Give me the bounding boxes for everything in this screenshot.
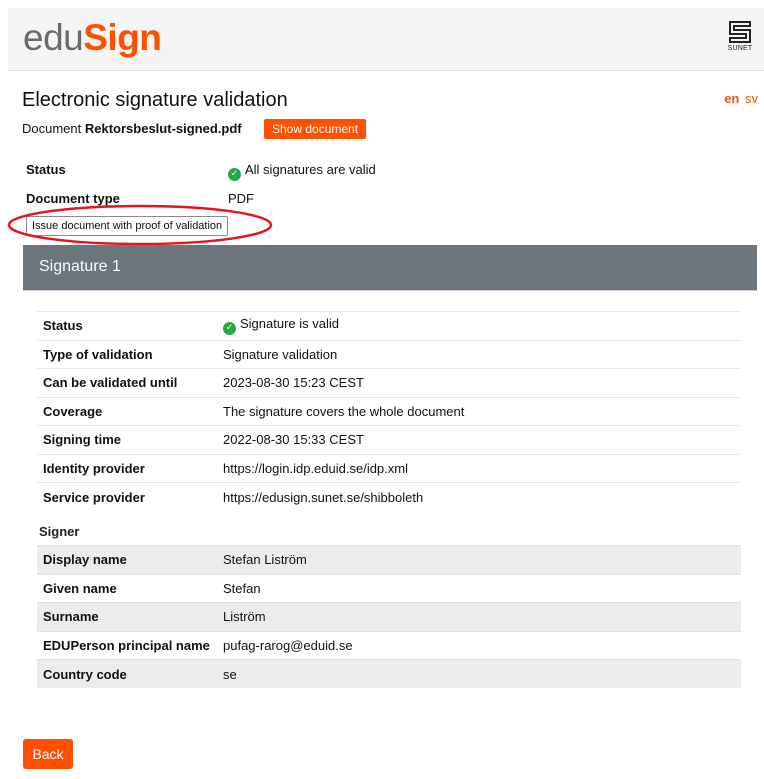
table-row: Identity provider https://login.idp.edui… bbox=[37, 453, 741, 483]
table-row: Surname Liström bbox=[37, 602, 741, 631]
check-circle-icon: ✓ bbox=[223, 322, 236, 336]
row-key: Can be validated until bbox=[37, 368, 217, 397]
row-value: 2022-08-30 15:33 CEST bbox=[217, 425, 741, 454]
signer-section-label: Signer bbox=[39, 524, 80, 539]
summary-status-value: All signatures are valid bbox=[245, 162, 376, 177]
lang-en-link[interactable]: en bbox=[724, 91, 739, 106]
back-button[interactable]: Back bbox=[23, 739, 73, 769]
language-switcher: en sv bbox=[724, 91, 758, 106]
document-filename: Rektorsbeslut-signed.pdf bbox=[84, 121, 242, 136]
row-key: Display name bbox=[37, 545, 217, 574]
show-document-button[interactable]: Show document bbox=[264, 119, 367, 139]
row-value: pufag-rarog@eduid.se bbox=[217, 630, 741, 660]
table-row: Signing time 2022-08-30 15:33 CEST bbox=[37, 425, 741, 454]
row-value: se bbox=[217, 659, 741, 688]
table-row: EDUPerson principal name pufag-rarog@edu… bbox=[37, 630, 741, 660]
row-value: Stefan Liström bbox=[217, 545, 741, 574]
app-header: eduSign SUNET bbox=[8, 8, 764, 71]
row-key: Service provider bbox=[37, 482, 217, 511]
row-value: ✓ Signature is valid bbox=[217, 311, 741, 340]
signature-title: Signature 1 bbox=[39, 258, 121, 275]
row-key: Coverage bbox=[37, 396, 217, 426]
table-row: Country code se bbox=[37, 659, 741, 688]
sunet-logo-text: SUNET bbox=[727, 45, 753, 52]
row-value: The signature covers the whole document bbox=[217, 396, 741, 426]
row-key: Type of validation bbox=[37, 339, 217, 369]
summary-doctype-key: Document type bbox=[26, 191, 120, 206]
row-key: Signing time bbox=[37, 425, 217, 454]
table-row: Status ✓ Signature is valid bbox=[37, 311, 741, 340]
sunet-logo[interactable]: SUNET bbox=[724, 20, 756, 52]
row-value: https://edusign.sunet.se/shibboleth bbox=[217, 482, 741, 511]
signer-details-table: Display name Stefan Liström Given name S… bbox=[37, 545, 741, 688]
table-row: Given name Stefan bbox=[37, 573, 741, 603]
row-value: Liström bbox=[217, 602, 741, 631]
table-row: Coverage The signature covers the whole … bbox=[37, 396, 741, 426]
table-row: Type of validation Signature validation bbox=[37, 339, 741, 369]
signature-panel-header[interactable]: Signature 1 bbox=[23, 245, 757, 291]
issue-proof-button[interactable]: Issue document with proof of validation bbox=[26, 216, 229, 236]
row-key: Country code bbox=[37, 659, 217, 688]
table-row: Service provider https://edusign.sunet.s… bbox=[37, 482, 741, 511]
row-key: EDUPerson principal name bbox=[37, 630, 217, 660]
row-key: Identity provider bbox=[37, 453, 217, 483]
signature-status-value: Signature is valid bbox=[240, 316, 339, 332]
check-circle-icon: ✓ bbox=[228, 168, 241, 181]
document-line: Document Rektorsbeslut-signed.pdf bbox=[22, 120, 242, 138]
summary-doctype-value: PDF bbox=[228, 191, 254, 206]
sunet-logo-icon bbox=[729, 21, 751, 43]
row-value: Signature validation bbox=[217, 339, 741, 369]
lang-sv-link[interactable]: sv bbox=[745, 91, 758, 106]
row-key: Given name bbox=[37, 573, 217, 603]
table-row: Display name Stefan Liström bbox=[37, 545, 741, 574]
summary-status-value-wrap: ✓ All signatures are valid bbox=[228, 162, 376, 181]
document-label: Document bbox=[22, 121, 82, 136]
row-key: Surname bbox=[37, 602, 217, 631]
signature-details-table: Status ✓ Signature is valid Type of valid… bbox=[37, 311, 741, 511]
row-value: 2023-08-30 15:23 CEST bbox=[217, 368, 741, 397]
row-value: https://login.idp.eduid.se/idp.xml bbox=[217, 453, 741, 483]
row-value: Stefan bbox=[217, 573, 741, 603]
page-title: Electronic signature validation bbox=[22, 89, 288, 111]
table-row: Can be validated until 2023-08-30 15:23 … bbox=[37, 368, 741, 397]
summary-status-key: Status bbox=[26, 162, 66, 177]
edusign-logo[interactable]: eduSign bbox=[23, 16, 162, 60]
row-key: Status bbox=[37, 311, 217, 340]
